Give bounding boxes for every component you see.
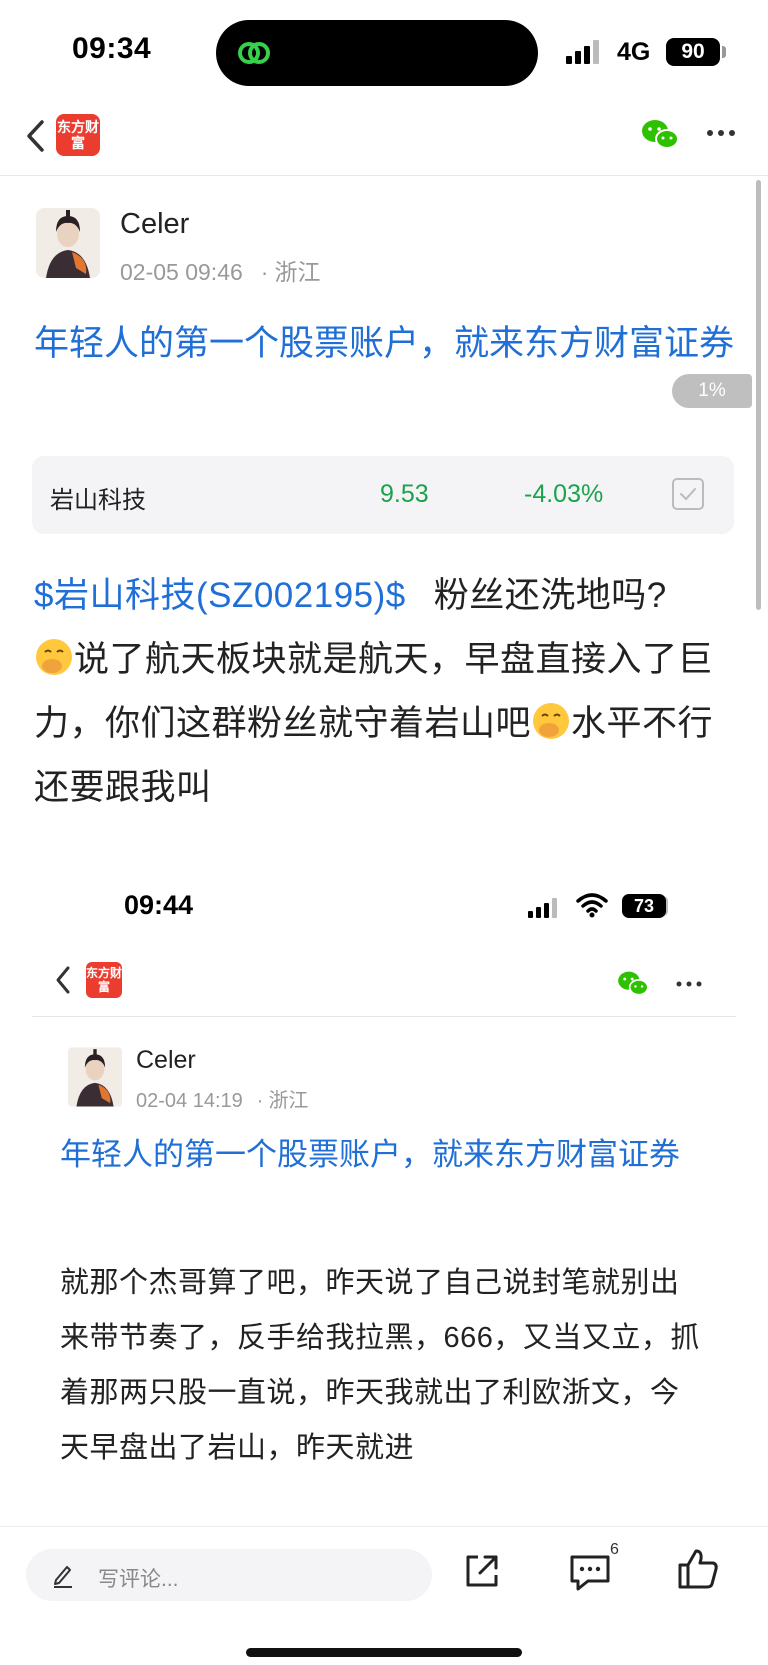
comment-count: 6 (610, 1541, 619, 1558)
stock-tag-link[interactable]: $岩山科技(SZ002195)$ (34, 576, 406, 615)
embedded-signal-icon (528, 898, 557, 918)
embedded-author-name: Celer (136, 1046, 196, 1074)
embedded-post-body: 就那个杰哥算了吧，昨天说了自己说封笔就别出来带节奏了，反手给我拉黑，666，又当… (60, 1267, 700, 1464)
embedded-wechat-icon (618, 971, 649, 996)
cellular-signal-icon (566, 40, 599, 64)
embedded-meta-separator: · (256, 1090, 264, 1112)
post-title-link[interactable]: 年轻人的第一个股票账户，就来东方财富证券 (34, 318, 734, 370)
post-date: 02-05 09:46 (120, 259, 243, 285)
app-header: 东方财富 (0, 100, 768, 176)
post-location: 浙江 (274, 259, 321, 285)
network-type: 4G (617, 38, 651, 66)
embedded-divider (32, 1016, 736, 1017)
link-app-icon (238, 42, 270, 64)
add-watchlist-checkbox[interactable] (672, 478, 704, 510)
comment-placeholder: 写评论... (98, 1568, 179, 1591)
embedded-wifi-icon (576, 893, 608, 918)
hand-over-mouth-emoji-icon (36, 639, 72, 675)
dynamic-island (216, 20, 538, 86)
comment-input[interactable]: 写评论... (26, 1549, 432, 1601)
embedded-post-title: 年轻人的第一个股票账户，就来东方财富证券 (60, 1137, 680, 1172)
embedded-post-location: 浙江 (268, 1090, 309, 1112)
back-icon[interactable] (22, 114, 56, 158)
battery-icon: 90 (666, 38, 720, 66)
embedded-post-date: 02-04 14:19 (136, 1090, 243, 1112)
share-icon[interactable] (462, 1551, 502, 1591)
embedded-back-icon (56, 966, 70, 994)
thumbs-up-icon[interactable] (676, 1547, 720, 1591)
post-body: $岩山科技(SZ002195)$ 粉丝还洗地吗? 说了航天板块就是航天，早盘直接入… (34, 564, 738, 820)
more-icon[interactable] (706, 126, 736, 140)
scrollbar[interactable] (756, 180, 761, 610)
embedded-battery-icon: 73 (622, 894, 666, 918)
wechat-share-icon[interactable] (640, 118, 680, 152)
status-bar: 09:34 4G 90 (0, 0, 768, 100)
embedded-app-logo: 东方财富 (86, 962, 122, 998)
embedded-more-icon (676, 981, 702, 987)
author-name[interactable]: Celer (120, 208, 189, 241)
check-icon (680, 488, 696, 501)
post-meta: 02-05 09:46 · 浙江 (120, 253, 320, 287)
meta-separator: · (260, 259, 269, 285)
stock-name: 岩山科技 (50, 487, 146, 514)
pencil-icon (54, 1566, 72, 1588)
status-time: 09:34 (72, 32, 152, 65)
battery-nub (722, 46, 726, 58)
embedded-post-meta: 02-04 14:19 · 浙江 (136, 1084, 308, 1113)
hand-over-mouth-emoji-icon (533, 703, 570, 739)
stock-quote-card[interactable]: 岩山科技 9.53 -4.03% (32, 456, 734, 534)
home-indicator[interactable] (246, 1648, 522, 1657)
author-avatar[interactable] (36, 208, 100, 278)
embedded-screenshot[interactable]: 09:44 73 东方财富 Celer 02-04 14:19 · 浙江 年轻人… (32, 870, 736, 1526)
embedded-status-time: 09:44 (124, 890, 194, 920)
embedded-author-avatar (68, 1046, 122, 1108)
body-part1: 粉丝还洗地吗? (433, 576, 667, 615)
bottom-action-bar: 写评论... 6 (0, 1526, 768, 1665)
app-logo: 东方财富 (56, 114, 100, 156)
comment-icon[interactable] (568, 1551, 612, 1593)
stock-change: -4.03% (524, 480, 604, 508)
read-progress-badge: 1% (672, 374, 752, 408)
stock-price: 9.53 (380, 480, 429, 508)
